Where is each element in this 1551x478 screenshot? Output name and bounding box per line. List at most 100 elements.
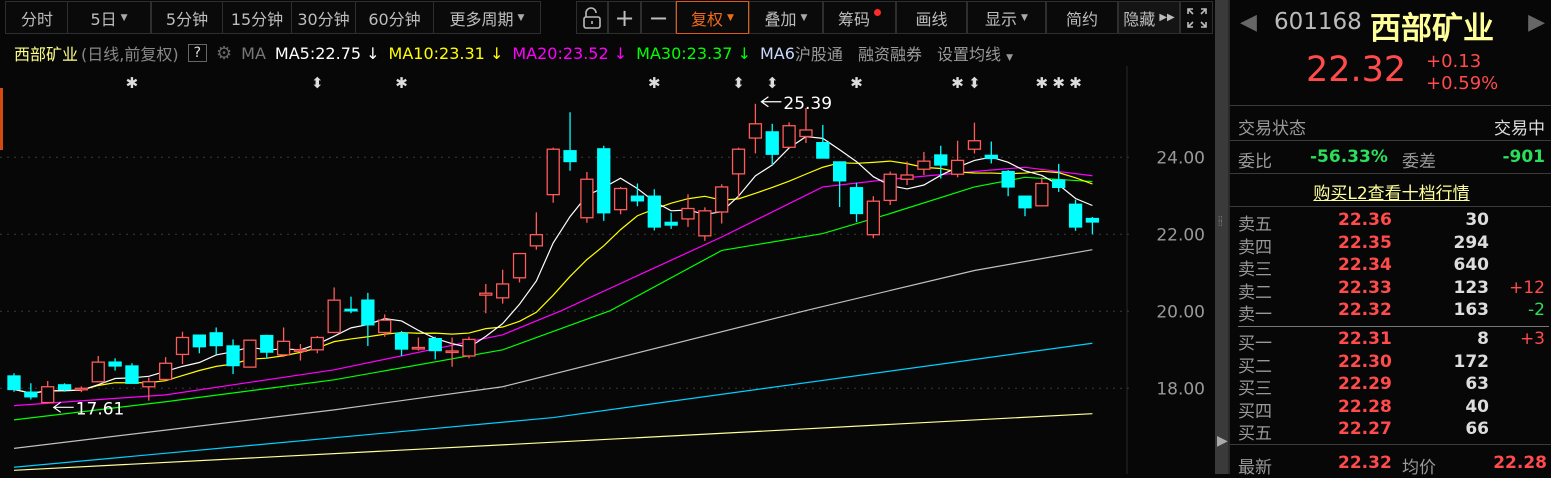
buy-l2-link[interactable]: 购买L2查看十档行情 [1313,179,1469,204]
order-book-row[interactable]: 卖三 22.34 640 [1230,255,1551,281]
set-ma-dropdown[interactable]: 设置均线 ▼ [937,41,1013,65]
level-price: 22.33 [1338,277,1392,298]
panel-splitter[interactable]: ⁞⁞ ⁞⁞ ▶ [1215,0,1228,474]
tab-label: 60分钟 [368,9,421,29]
notification-dot-icon [874,9,881,16]
expand-right-icon[interactable]: ▶ [1217,432,1228,449]
level-label: 买二 [1238,356,1272,377]
candle-down [647,195,661,228]
candle-up [866,200,880,236]
candle-up [546,148,560,196]
level-label: 卖五 [1238,215,1272,235]
caret-down-icon: ▼ [120,12,128,23]
gear-icon[interactable]: ⚙ [216,43,232,64]
tab-label: 简约 [1065,9,1098,29]
candle-up [91,361,105,383]
lock-button[interactable] [576,1,608,34]
candle-up [967,140,982,150]
candle-down [125,365,139,384]
avg-label: 均价 [1402,458,1436,478]
avg-price: 22.28 [1493,453,1547,473]
candle-down [361,299,375,326]
level-label: 卖三 [1238,260,1272,281]
chips-button[interactable]: 筹码 [823,1,896,34]
candle-down [816,142,830,159]
fullscreen-button[interactable] [1180,1,1213,34]
ma250-line [13,413,1093,471]
zoom-in-button[interactable]: + [608,1,641,34]
candle-up [613,187,628,211]
candle-up [529,234,543,247]
order-book-row[interactable]: 买三 22.29 63 [1230,374,1551,399]
grip-icon: ⁞⁞ ⁞⁞ [1218,215,1223,228]
candle-down [226,345,240,367]
y-tick-label: 18.00 [1156,379,1205,399]
candle-up [900,174,914,180]
draw-line-button[interactable]: 画线 [896,1,967,34]
candle-up [41,386,55,404]
weibi-label: 委比 [1238,152,1272,172]
simple-mode-button[interactable]: 简约 [1046,1,1118,34]
trading-status: 交易中 [1494,119,1545,139]
weicha-value: -901 [1502,147,1545,167]
y-tick-label: 22.00 [1156,225,1205,245]
next-stock-icon[interactable]: ▶ [1528,10,1545,35]
period-more-dropdown[interactable]: 更多周期 ▼ [433,1,541,34]
level-volume: 640 [1453,255,1490,276]
candle-down [428,337,442,352]
hgt-link[interactable]: 沪股通 [795,41,843,65]
ma-legend: 西部矿业 (日线,前复权) ? ⚙ MA MA5:22.75 ↓ MA10:23… [14,40,1022,66]
period-tab-5min[interactable]: 5分钟 [151,1,223,34]
period-tab-60min[interactable]: 60分钟 [355,1,434,34]
order-book-row[interactable]: 买五 22.27 66 [1230,419,1551,444]
level-price: 22.36 [1338,210,1392,230]
order-book-row[interactable]: 买四 22.28 40 [1230,397,1551,422]
order-book-row[interactable]: 卖五 22.36 30 [1230,210,1551,235]
candle-up [681,207,695,220]
level-price: 22.32 [1338,300,1392,321]
zoom-out-button[interactable]: − [641,1,676,34]
prev-stock-icon[interactable]: ◀ [1240,10,1257,35]
order-book-row[interactable]: 卖四 22.35 294 [1230,233,1551,258]
fuquan-dropdown[interactable]: 复权 ▼ [676,1,749,34]
ma10-value: MA10:23.31 ↓ [388,43,504,63]
candle-down [1018,195,1032,209]
ma20-value: MA20:23.52 ↓ [512,43,628,63]
tab-label: 15分钟 [230,9,284,29]
candle-up [1035,182,1049,207]
display-dropdown[interactable]: 显示 ▼ [967,1,1046,34]
period-tab-30min[interactable]: 30分钟 [291,1,356,34]
ma120-line [13,342,1093,468]
order-book-row[interactable]: 卖一 22.32 163 -2 [1230,300,1551,325]
margin-trading-link[interactable]: 融资融券 [858,41,922,65]
stock-name: 西部矿业 [1370,11,1494,47]
extreme-price-label: 17.61 [76,399,125,419]
order-book-row[interactable]: 买一 22.31 8 +3 [1230,329,1551,354]
signal-updown-icon: ⬍ [732,75,745,92]
period-tab-5day[interactable]: 5日 ▼ [67,1,151,34]
ma-label: MA [241,43,266,63]
candle-down [1068,203,1083,228]
order-book-row[interactable]: 买二 22.30 172 [1230,352,1551,377]
period-tab-fenshi[interactable]: 分时 [5,1,69,34]
overlay-dropdown[interactable]: 叠加 ▼ [749,1,823,34]
candle-up [310,336,324,351]
candle-down [344,308,358,312]
candle-down [260,334,274,353]
hide-button[interactable]: 隐藏 ▶▶ [1118,1,1180,34]
period-tab-15min[interactable]: 15分钟 [222,1,292,34]
help-button[interactable]: ? [187,44,208,62]
candle-up [883,173,897,202]
order-book-row[interactable]: 卖二 22.33 123 +12 [1230,277,1551,303]
arrow-down-icon: ↓ [366,43,380,63]
candle-down [597,148,611,214]
tab-label: 分时 [20,9,53,29]
tab-label: 5日 [90,9,117,29]
tab-label: 5分钟 [165,9,209,29]
tab-label: 更多周期 [449,9,514,29]
status-label: 交易状态 [1238,119,1306,139]
ma60-line [13,249,1093,449]
level-label: 买四 [1238,401,1272,422]
candlestick-chart[interactable]: 24.0022.0020.0018.0025.3917.61✱ ⬍ ✱ ✱ ⬍ ⬍ ✱ ✱ ⬍ ✱… [0,66,1215,474]
ma6-label: MA6 [759,43,795,63]
